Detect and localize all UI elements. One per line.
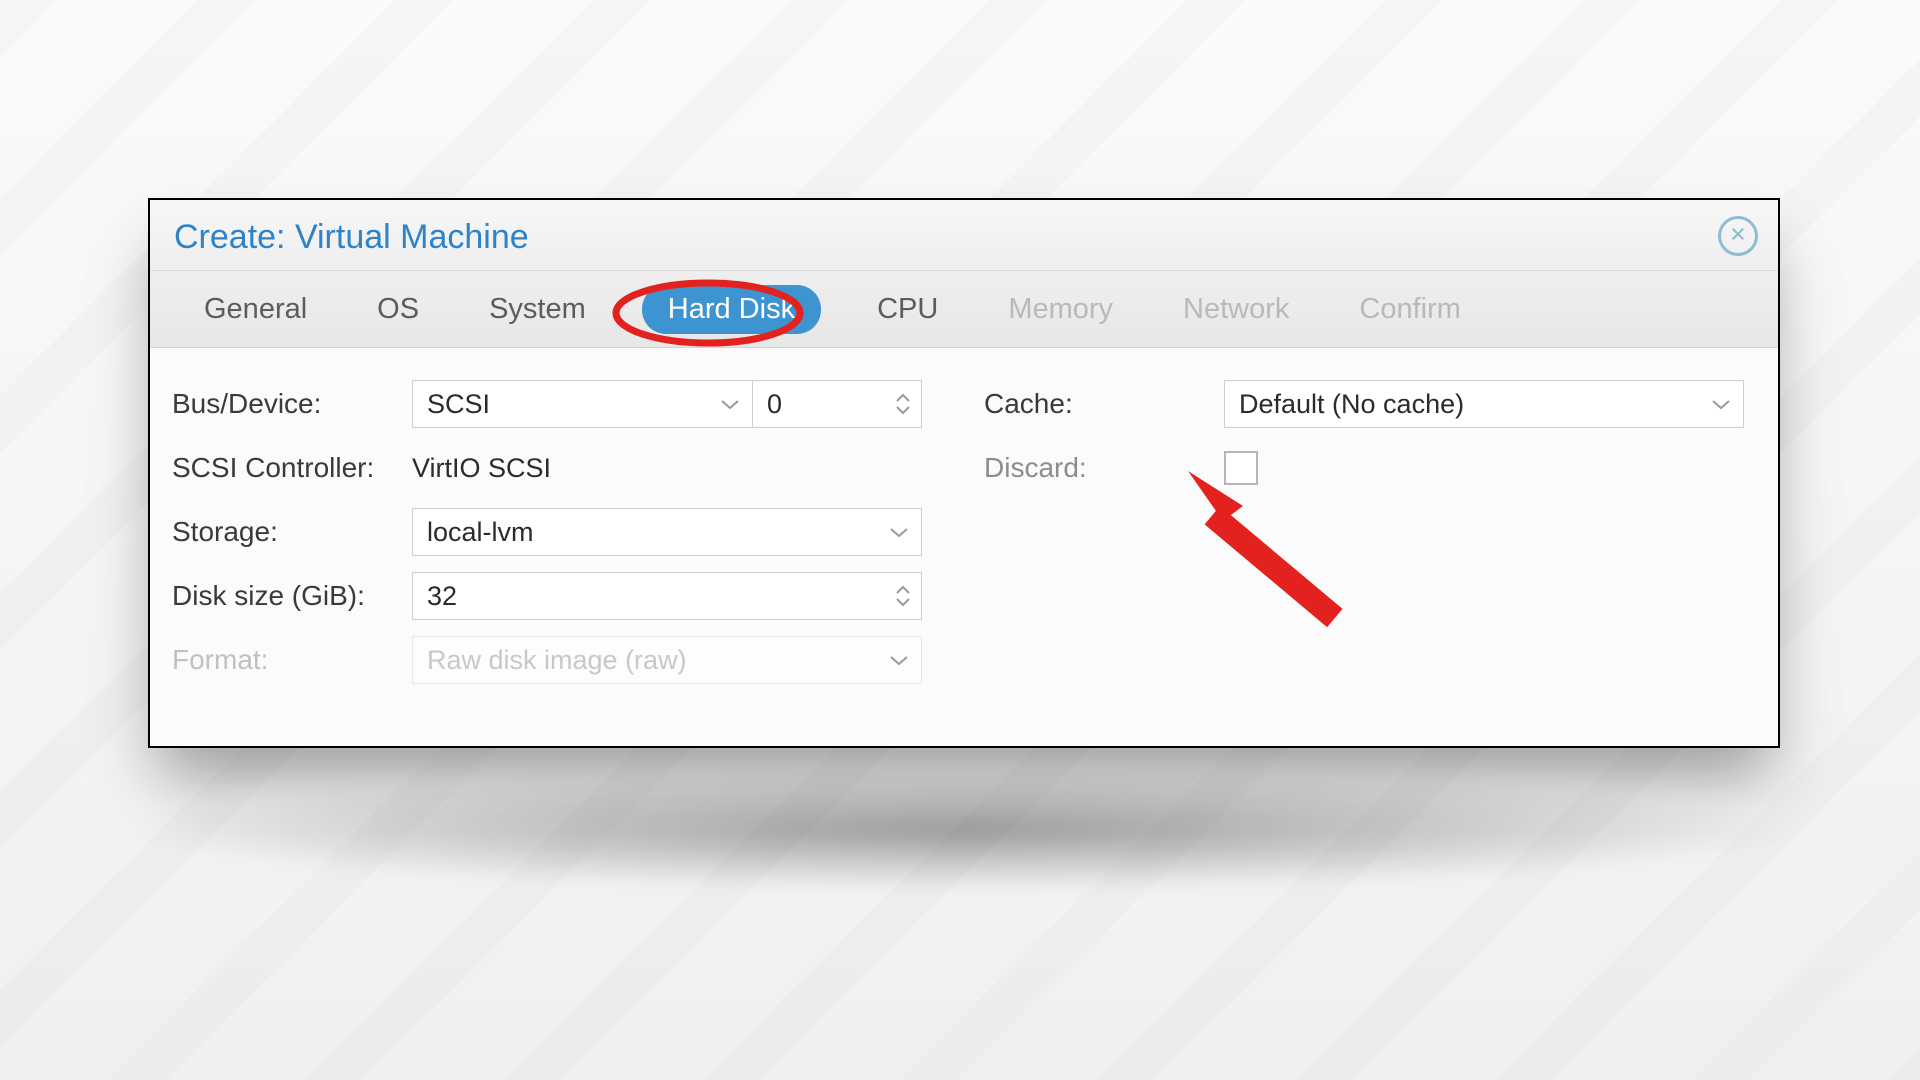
tab-network: Network [1169,287,1303,332]
close-button[interactable] [1718,216,1758,256]
storage-label: Storage: [172,516,412,548]
row-discard: Discard: [984,436,1756,500]
left-column: Bus/Device: SCSI 0 [172,372,944,748]
row-bus-device: Bus/Device: SCSI 0 [172,372,944,436]
tab-confirm: Confirm [1345,287,1475,332]
storage-select-value: local-lvm [427,517,534,548]
cache-label: Cache: [984,388,1224,420]
storage-select[interactable]: local-lvm [412,508,922,556]
right-column: Cache: Default (No cache) Discard: [984,372,1756,748]
window-shadow [120,770,1800,890]
chevron-down-icon [1711,397,1731,411]
discard-checkbox[interactable] [1224,451,1258,485]
device-index-spinner[interactable]: 0 [752,380,922,428]
discard-label: Discard: [984,452,1224,484]
chevron-down-icon [889,525,909,539]
dialog-header: Create: Virtual Machine [150,200,1778,271]
spinner-buttons-icon [895,585,911,607]
bus-device-label: Bus/Device: [172,388,412,420]
cache-select-value: Default (No cache) [1239,389,1464,420]
dialog-title: Create: Virtual Machine [174,218,529,257]
disk-size-label: Disk size (GiB): [172,580,412,612]
device-index-value: 0 [767,389,782,420]
create-vm-dialog: Create: Virtual Machine General OS Syste… [148,198,1780,748]
tab-memory: Memory [994,287,1127,332]
row-storage: Storage: local-lvm [172,500,944,564]
scsi-controller-label: SCSI Controller: [172,452,412,484]
disk-size-spinner[interactable]: 32 [412,572,922,620]
form-area: Bus/Device: SCSI 0 [150,348,1778,748]
tab-system[interactable]: System [475,287,600,332]
cache-select[interactable]: Default (No cache) [1224,380,1744,428]
bus-select[interactable]: SCSI [412,380,752,428]
spinner-buttons-icon [895,393,911,415]
scsi-controller-value: VirtIO SCSI [412,444,565,492]
close-icon [1729,225,1747,248]
tab-os[interactable]: OS [363,287,433,332]
chevron-down-icon [720,397,740,411]
tab-general[interactable]: General [190,287,321,332]
tab-hard-disk[interactable]: Hard Disk [642,285,821,334]
bus-select-value: SCSI [427,389,490,420]
row-scsi-controller: SCSI Controller: VirtIO SCSI [172,436,944,500]
tab-cpu[interactable]: CPU [863,287,952,332]
row-disk-size: Disk size (GiB): 32 [172,564,944,628]
row-cache: Cache: Default (No cache) [984,372,1756,436]
chevron-down-icon [889,653,909,667]
format-select-value: Raw disk image (raw) [427,645,687,676]
row-format: Format: Raw disk image (raw) [172,628,944,692]
format-select: Raw disk image (raw) [412,636,922,684]
disk-size-value: 32 [427,581,457,612]
wizard-tabbar: General OS System Hard Disk CPU Memory N… [150,271,1778,348]
format-label: Format: [172,644,412,676]
